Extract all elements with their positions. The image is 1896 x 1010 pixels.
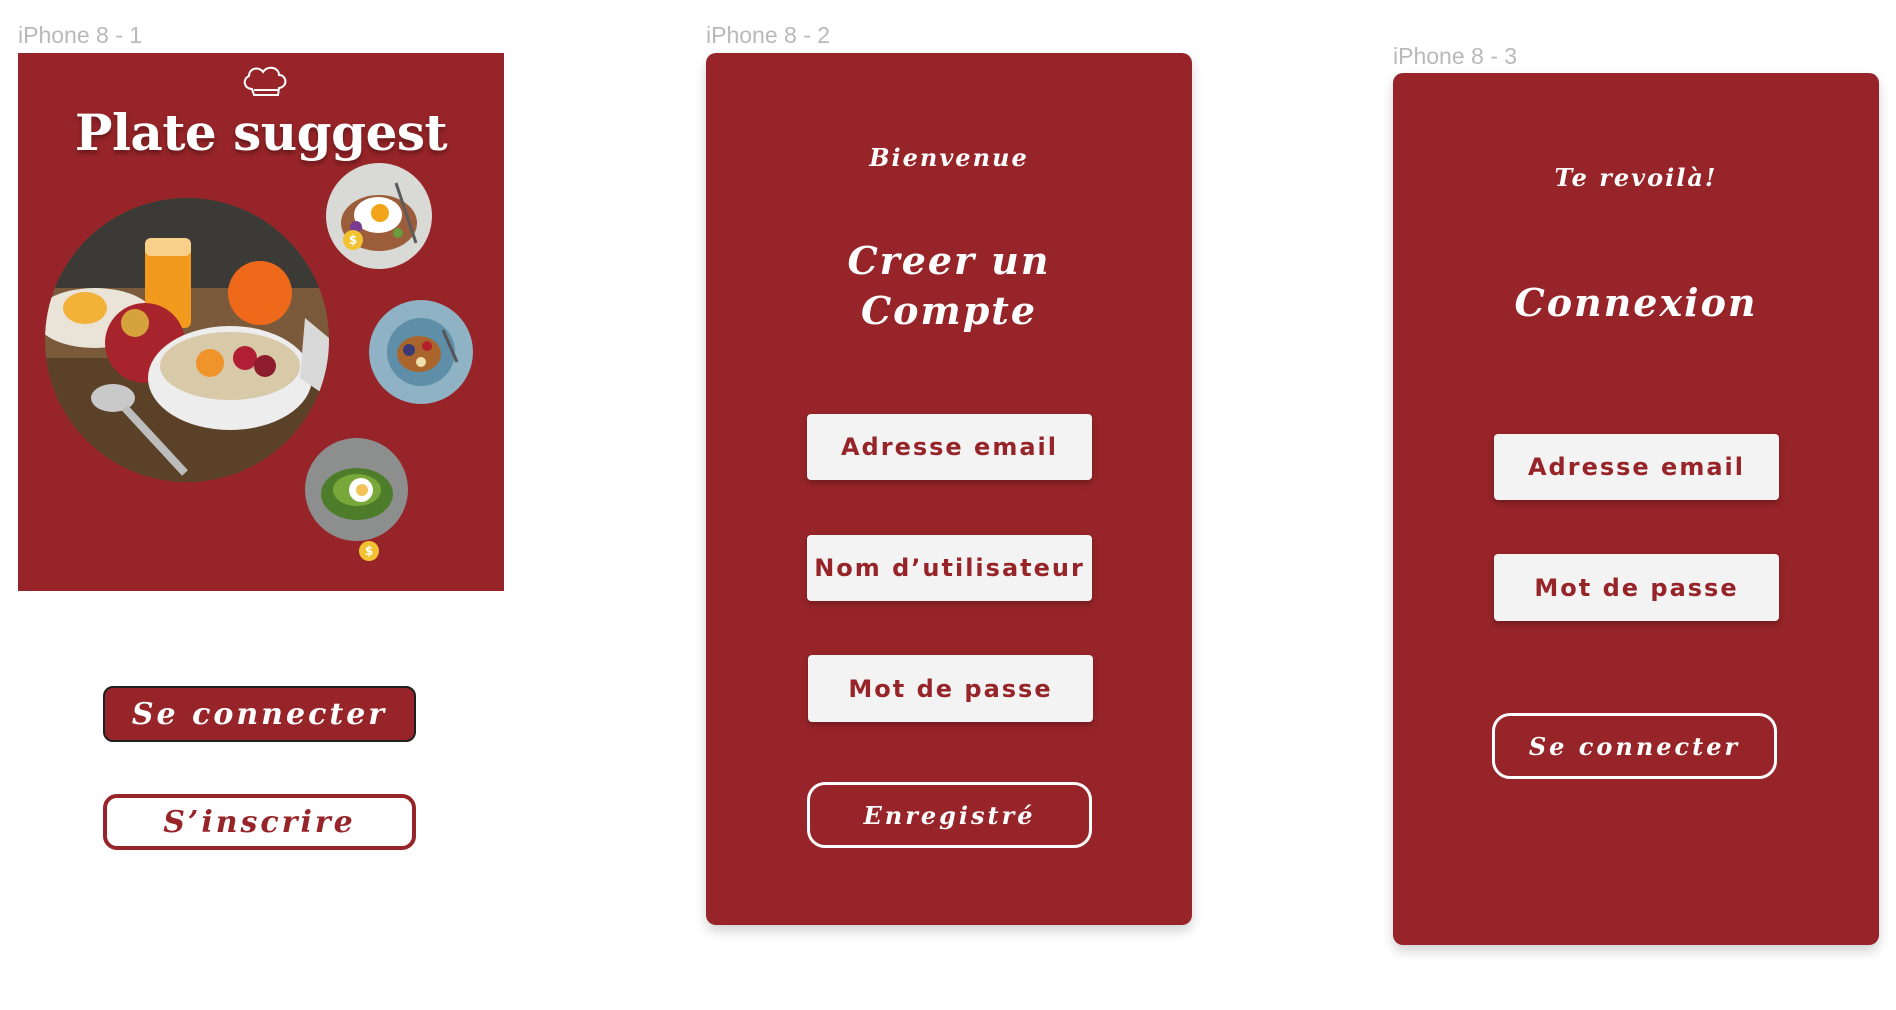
price-coin-icon: $ bbox=[343, 230, 363, 250]
page-title: Connexion bbox=[1514, 280, 1758, 325]
app-title: Plate suggest bbox=[74, 103, 448, 162]
welcome-back-text: Te revoilà! bbox=[1554, 163, 1718, 192]
username-field[interactable]: Nom d’utilisateur bbox=[807, 535, 1092, 601]
login-button[interactable]: Se connecter bbox=[1492, 713, 1777, 779]
artboard-label-1: iPhone 8 - 1 bbox=[18, 22, 143, 48]
breakfast-photo bbox=[45, 198, 329, 482]
waffle-plate-photo bbox=[369, 300, 473, 404]
iphone-8-2-screen: Bienvenue Creer un Compte Adresse email … bbox=[706, 53, 1192, 925]
password-field[interactable]: Mot de passe bbox=[1494, 554, 1779, 621]
iphone-8-3-screen: Te revoilà! Connexion Adresse email Mot … bbox=[1393, 73, 1879, 945]
email-field[interactable]: Adresse email bbox=[807, 414, 1092, 480]
register-button[interactable]: Enregistré bbox=[807, 782, 1092, 848]
avocado-toast-photo bbox=[305, 438, 408, 541]
price-coin-icon: $ bbox=[359, 541, 379, 561]
signup-button[interactable]: S’inscrire bbox=[103, 794, 416, 850]
chef-hat-icon bbox=[243, 66, 287, 96]
password-field[interactable]: Mot de passe bbox=[808, 655, 1093, 722]
design-canvas: iPhone 8 - 1 Plate suggest $ $ Se connec… bbox=[0, 0, 1896, 1010]
toast-egg-photo bbox=[326, 163, 432, 269]
login-button[interactable]: Se connecter bbox=[103, 686, 416, 742]
artboard-label-3: iPhone 8 - 3 bbox=[1393, 43, 1518, 69]
page-title-line-2: Compte bbox=[860, 288, 1038, 333]
email-field[interactable]: Adresse email bbox=[1494, 434, 1779, 500]
page-title-line-1: Creer un bbox=[847, 238, 1051, 283]
welcome-text: Bienvenue bbox=[869, 143, 1029, 172]
page-title: Creer un Compte bbox=[706, 236, 1192, 336]
iphone-8-1-screen: Plate suggest $ $ bbox=[18, 53, 504, 591]
artboard-label-2: iPhone 8 - 2 bbox=[706, 22, 831, 48]
